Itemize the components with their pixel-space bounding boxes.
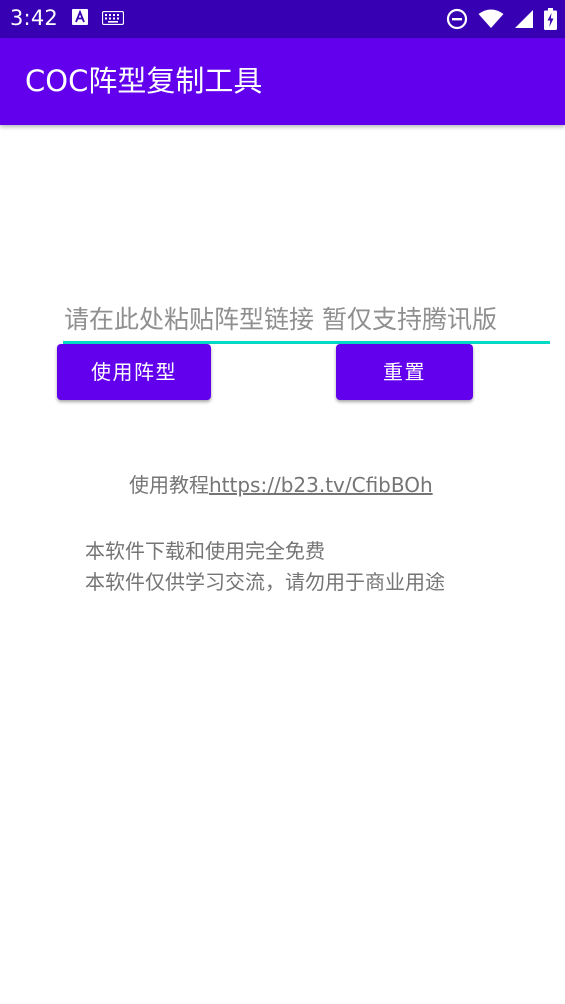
tutorial-link[interactable]: https://b23.tv/CfibBOh [209,473,433,497]
formation-link-input[interactable] [63,297,551,341]
use-formation-button[interactable]: 使用阵型 [57,344,211,400]
cell-signal-icon [514,9,534,33]
a-notification-icon [72,9,88,29]
wifi-icon [478,9,504,33]
status-right-icons [446,8,557,34]
status-left-icons [72,9,125,29]
app-title: COC阵型复制工具 [25,64,263,98]
tutorial-line: 使用教程https://b23.tv/CfibBOh [129,469,433,498]
do-not-disturb-icon [446,8,468,34]
link-input-container [63,297,551,345]
status-bar: 3:42 [0,0,565,38]
app-bar: COC阵型复制工具 [0,38,565,125]
notice-text: 本软件下载和使用完全免费 本软件仅供学习交流，请勿用于商业用途 [85,536,445,598]
tutorial-label: 使用教程 [129,473,209,497]
battery-icon [544,8,557,34]
status-time: 3:42 [10,6,58,30]
notice-line-noncommercial: 本软件仅供学习交流，请勿用于商业用途 [85,570,445,594]
keyboard-icon [101,10,125,29]
app-screen: 3:42 COC阵型复制工具 请在此处粘贴阵型链接 暂仅支持腾讯版 使用阵型 重… [0,0,565,1004]
notice-line-free: 本软件下载和使用完全免费 [85,539,325,563]
reset-button[interactable]: 重置 [336,344,473,400]
